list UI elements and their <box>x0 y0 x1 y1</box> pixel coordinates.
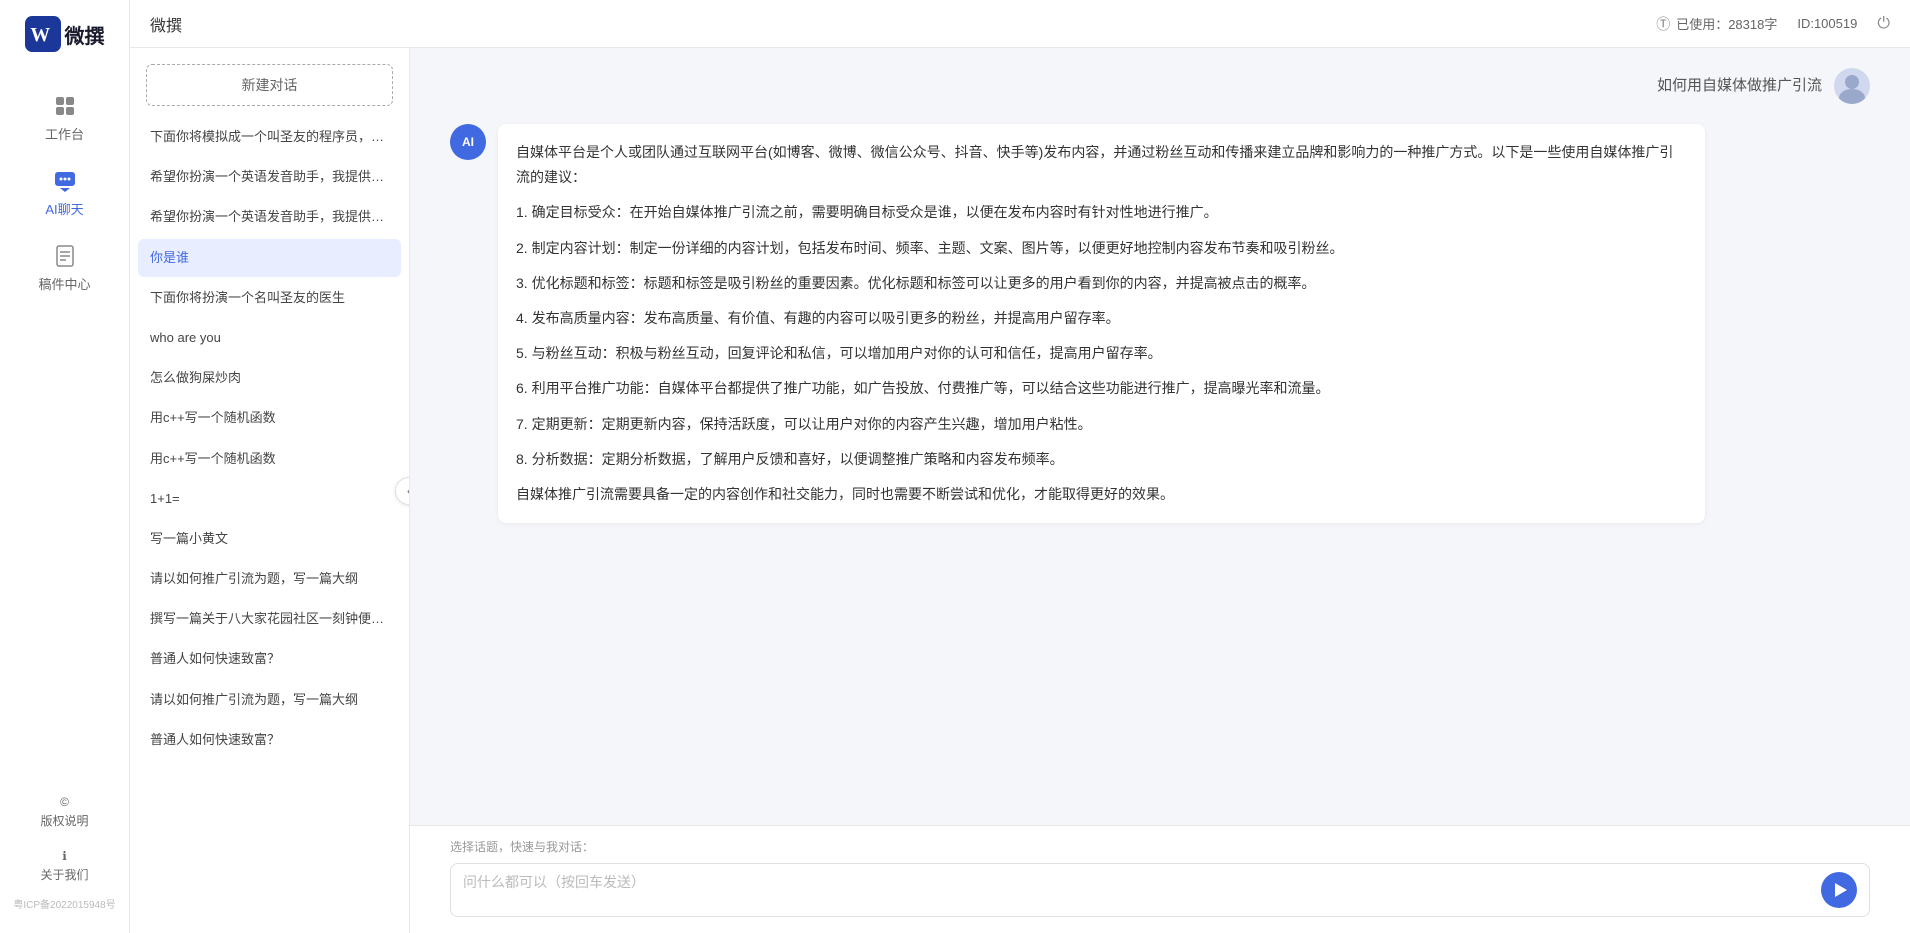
topbar-title: 微撰 <box>150 12 1656 36</box>
history-item[interactable]: 希望你扮演一个英语发音助手，我提供给你... <box>138 198 401 236</box>
logout-button[interactable]: ⏻ <box>1877 15 1890 33</box>
copyright-icon: © <box>60 795 69 809</box>
sidebar-item-draft[interactable]: 稿件中心 <box>10 232 119 303</box>
workbench-label: 工作台 <box>45 124 84 143</box>
history-item[interactable]: 请以如何推广引流为题，写一篇大纲 <box>138 681 401 719</box>
user-message-bubble: 如何用自媒体做推广引流 <box>1657 68 1822 104</box>
history-item[interactable]: 下面你将模拟成一个叫圣友的程序员，我说... <box>138 118 401 156</box>
history-item[interactable]: 用c++写一个随机函数 <box>138 440 401 478</box>
ai-paragraph: 1. 确定目标受众：在开始自媒体推广引流之前，需要明确目标受众是谁，以便在发布内… <box>516 200 1687 225</box>
sidebar-item-copyright[interactable]: © 版权说明 <box>0 787 129 837</box>
ai-paragraph: 2. 制定内容计划：制定一份详细的内容计划，包括发布时间、频率、主题、文案、图片… <box>516 236 1687 261</box>
history-item[interactable]: 下面你将扮演一个名叫圣友的医生 <box>138 279 401 317</box>
ai-chat-icon <box>51 167 79 195</box>
history-item[interactable]: 请以如何推广引流为题，写一篇大纲 <box>138 560 401 598</box>
ai-paragraph: 8. 分析数据：定期分析数据，了解用户反馈和喜好，以便调整推广策略和内容发布频率… <box>516 447 1687 472</box>
topbar-id: ID:100519 <box>1797 16 1857 31</box>
ai-chat-label: AI聊天 <box>45 199 83 218</box>
draft-label: 稿件中心 <box>38 274 90 293</box>
copyright-label: 版权说明 <box>40 812 88 829</box>
logo: W 微撰 <box>25 16 105 52</box>
ai-paragraph: 3. 优化标题和标签：标题和标签是吸引粉丝的重要因素。优化标题和标签可以让更多的… <box>516 271 1687 296</box>
logo-text: 微撰 <box>65 20 105 49</box>
send-icon <box>1835 883 1847 897</box>
ai-paragraph: 7. 定期更新：定期更新内容，保持活跃度，可以让用户对你的内容产生兴趣，增加用户… <box>516 412 1687 437</box>
ai-paragraph: 4. 发布高质量内容：发布高质量、有价值、有趣的内容可以吸引更多的粉丝，并提高用… <box>516 306 1687 331</box>
about-label: 关于我们 <box>40 866 88 883</box>
ai-paragraph: 5. 与粉丝互动：积极与粉丝互动，回复评论和私信，可以增加用户对你的认可和信任，… <box>516 341 1687 366</box>
history-item[interactable]: 怎么做狗屎炒肉 <box>138 359 401 397</box>
draft-icon <box>51 242 79 270</box>
sidebar-nav: 工作台 AI聊天 <box>0 82 129 787</box>
topbar-usage: Ⓣ 已使用：28318字 <box>1656 14 1777 34</box>
ai-message-content: 自媒体平台是个人或团队通过互联网平台(如博客、微博、微信公众号、抖音、快手等)发… <box>498 124 1705 523</box>
quick-topic-label: 选择话题，快速与我对话： <box>450 838 1870 855</box>
ai-avatar: AI <box>450 124 486 160</box>
history-item[interactable]: 普通人如何快速致富？ <box>138 640 401 678</box>
chat-messages: 如何用自媒体做推广引流 AI 自媒体平台是个人或团队通过互联网平台(如博客、微 <box>410 48 1910 825</box>
topbar-right: Ⓣ 已使用：28318字 ID:100519 ⏻ <box>1656 14 1890 34</box>
history-item[interactable]: 用c++写一个随机函数 <box>138 399 401 437</box>
sidebar-item-workbench[interactable]: 工作台 <box>10 82 119 153</box>
ai-paragraph: 自媒体平台是个人或团队通过互联网平台(如博客、微博、微信公众号、抖音、快手等)发… <box>516 140 1687 190</box>
history-item[interactable]: 撰写一篇关于八大家花园社区一刻钟便民生... <box>138 600 401 638</box>
input-area: 选择话题，快速与我对话： <box>410 825 1910 933</box>
ai-paragraph: 6. 利用平台推广功能：自媒体平台都提供了推广功能，如广告投放、付费推广等，可以… <box>516 376 1687 401</box>
user-message-row: 如何用自媒体做推广引流 <box>450 68 1870 104</box>
user-message-text: 如何用自媒体做推广引流 <box>1657 68 1822 101</box>
main-container: 微撰 Ⓣ 已使用：28318字 ID:100519 ⏻ 新建对话 下面你将模拟成… <box>130 0 1910 933</box>
usage-label: 已使用：28318字 <box>1676 14 1777 33</box>
new-chat-button[interactable]: 新建对话 <box>146 64 393 106</box>
workbench-icon <box>51 92 79 120</box>
history-item[interactable]: 普通人如何快速致富？ <box>138 721 401 759</box>
ai-message-row: AI 自媒体平台是个人或团队通过互联网平台(如博客、微博、微信公众号、抖音、快手… <box>450 124 1870 523</box>
history-item[interactable]: 你是谁 <box>138 239 401 277</box>
history-list: 下面你将模拟成一个叫圣友的程序员，我说...希望你扮演一个英语发音助手，我提供给… <box>130 118 409 933</box>
ai-paragraph: 自媒体推广引流需要具备一定的内容创作和社交能力，同时也需要不断尝试和优化，才能取… <box>516 482 1687 507</box>
logo-icon: W <box>25 16 61 52</box>
chat-input[interactable] <box>463 872 1813 908</box>
usage-icon: Ⓣ <box>1656 14 1670 34</box>
input-box <box>450 863 1870 917</box>
history-item[interactable]: 希望你扮演一个英语发音助手，我提供给你... <box>138 158 401 196</box>
sidebar-item-ai-chat[interactable]: AI聊天 <box>10 157 119 228</box>
chat-main: 如何用自媒体做推广引流 AI 自媒体平台是个人或团队通过互联网平台(如博客、微 <box>410 48 1910 933</box>
sidebar-bottom: © 版权说明 ℹ 关于我们 粤ICP备2022015948号 <box>0 787 129 921</box>
svg-text:W: W <box>30 24 50 46</box>
content-area: 新建对话 下面你将模拟成一个叫圣友的程序员，我说...希望你扮演一个英语发音助手… <box>130 48 1910 933</box>
icp-text: 粤ICP备2022015948号 <box>0 895 129 913</box>
history-item[interactable]: who are you <box>138 319 401 357</box>
user-avatar <box>1834 68 1870 104</box>
about-icon: ℹ <box>62 849 67 863</box>
send-button[interactable] <box>1821 872 1857 908</box>
sidebar: W 微撰 工作台 <box>0 0 130 933</box>
sidebar-item-about[interactable]: ℹ 关于我们 <box>0 841 129 891</box>
history-item[interactable]: 1+1= <box>138 480 401 518</box>
history-item[interactable]: 写一篇小黄文 <box>138 520 401 558</box>
chat-history-sidebar: 新建对话 下面你将模拟成一个叫圣友的程序员，我说...希望你扮演一个英语发音助手… <box>130 48 410 933</box>
topbar: 微撰 Ⓣ 已使用：28318字 ID:100519 ⏻ <box>130 0 1910 48</box>
